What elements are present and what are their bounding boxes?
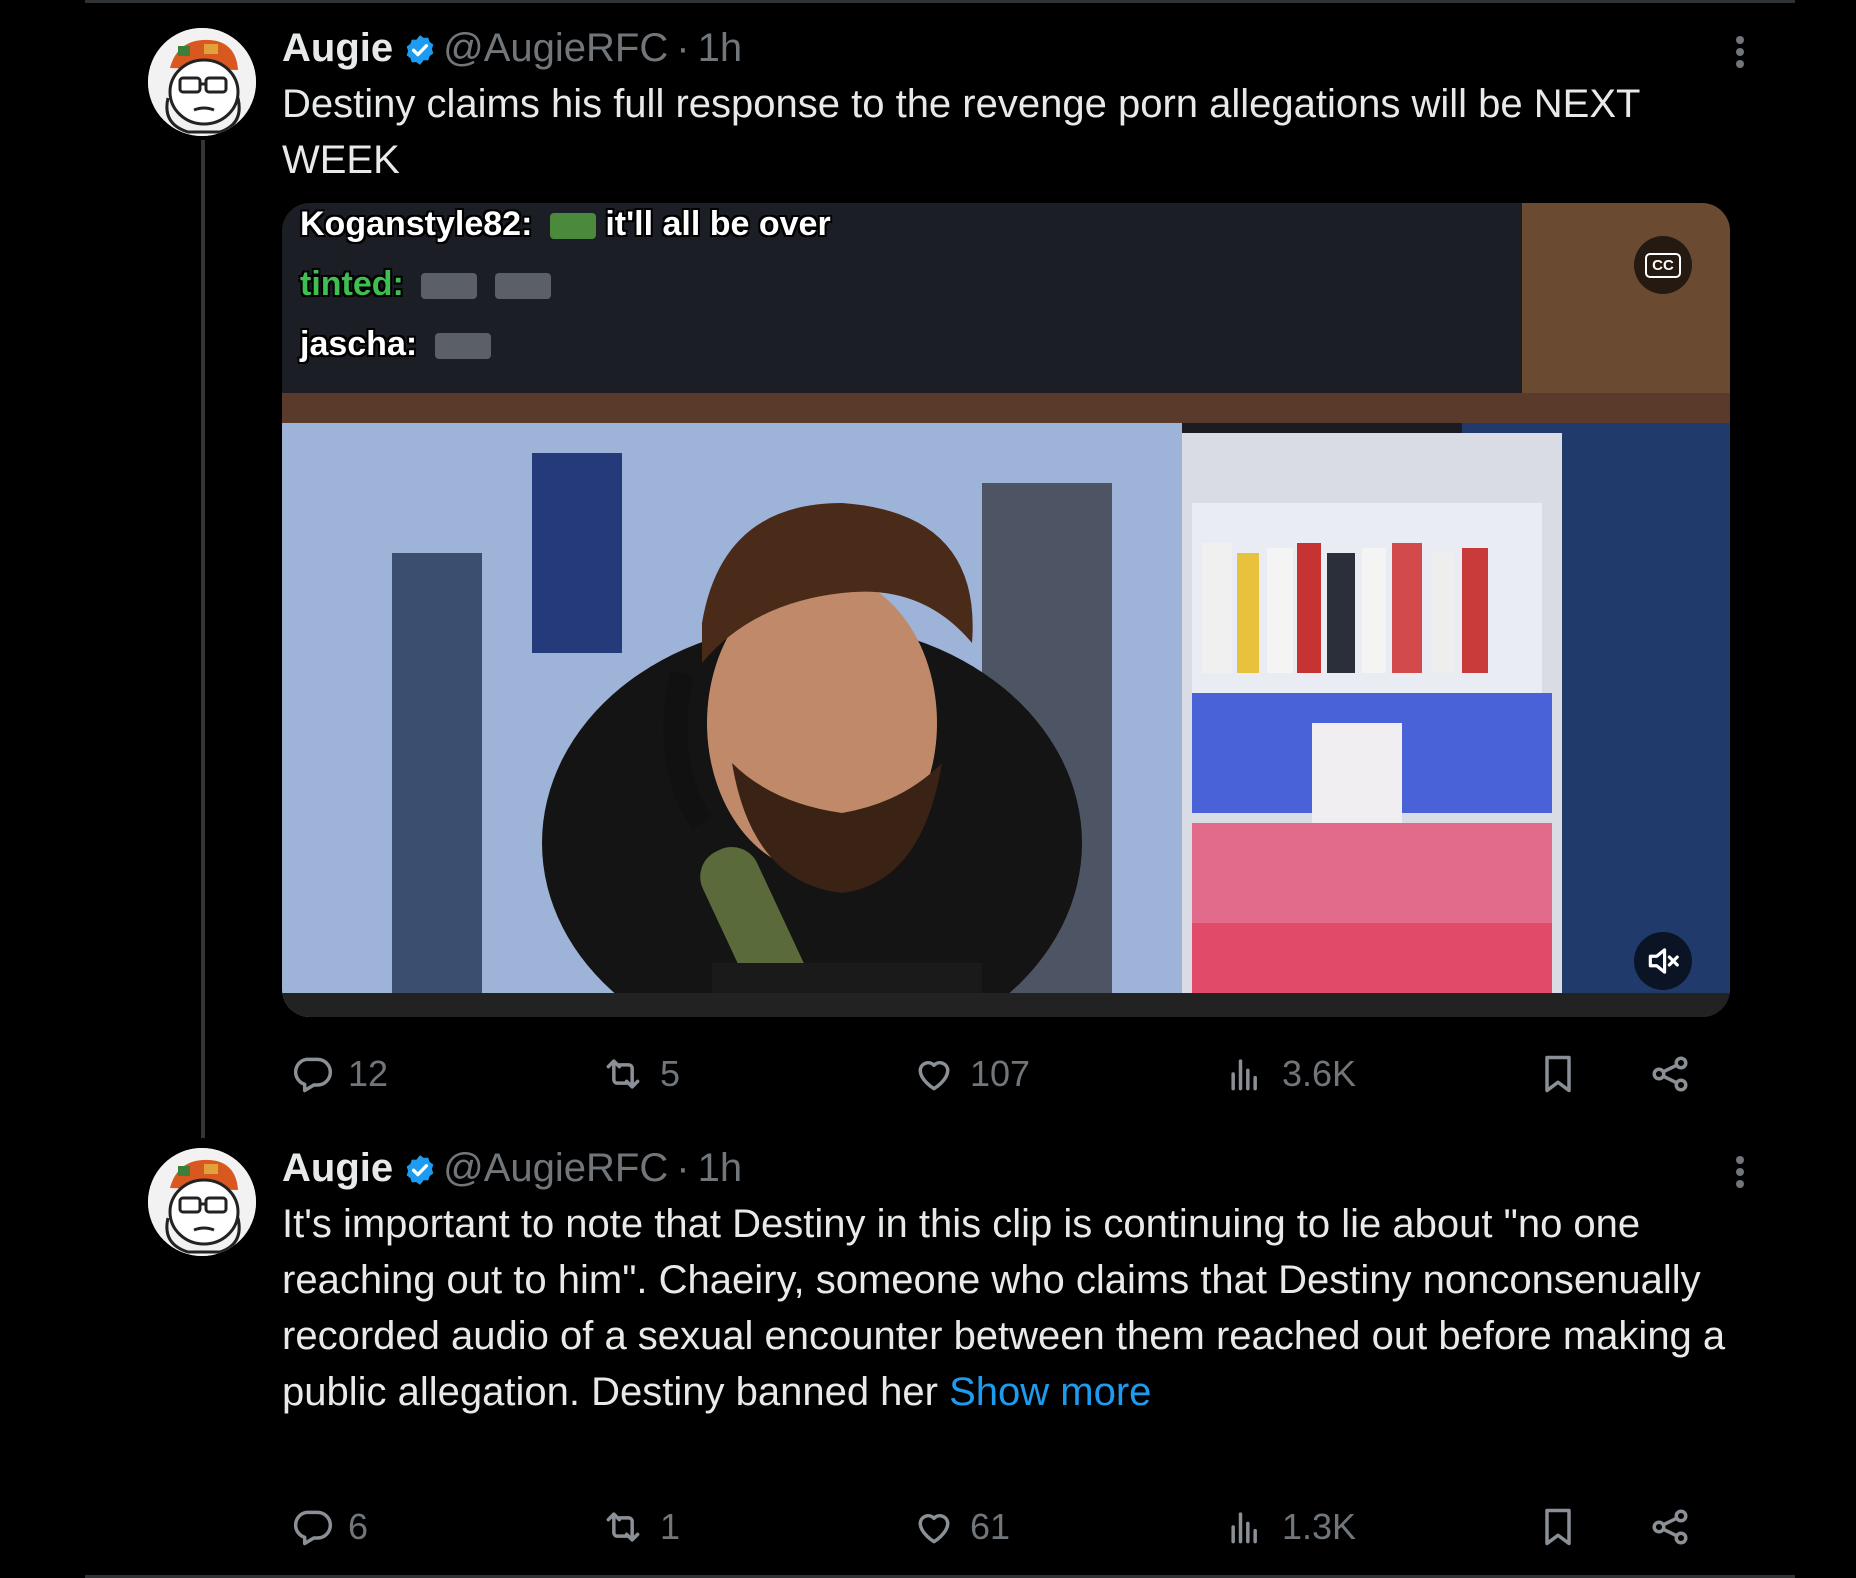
share-button[interactable] xyxy=(1648,1044,1706,1104)
tweet-text: Destiny claims his full response to the … xyxy=(282,82,1640,182)
repost-button[interactable]: 5 xyxy=(600,1044,680,1104)
tweet-header: Augie @AugieRFC · 1h xyxy=(282,1144,742,1198)
tweet-actions: 12 5 107 3.6K xyxy=(282,1044,1702,1104)
views-icon xyxy=(1231,1059,1257,1091)
like-icon xyxy=(918,1061,950,1091)
timestamp[interactable]: 1h xyxy=(698,1146,743,1190)
like-button[interactable]: 61 xyxy=(912,1497,1010,1557)
author-name[interactable]: Augie xyxy=(282,1146,393,1190)
bookmark-icon xyxy=(1545,1508,1571,1546)
show-more-link[interactable]: Show more xyxy=(949,1370,1151,1414)
reply-count: 6 xyxy=(348,1506,369,1547)
timestamp[interactable]: 1h xyxy=(698,26,743,70)
author-name[interactable]: Augie xyxy=(282,26,393,70)
chat-message: it'll all be over xyxy=(605,205,831,243)
share-button[interactable] xyxy=(1648,1497,1706,1557)
more-options-icon[interactable] xyxy=(1725,1152,1755,1192)
reply-button[interactable]: 12 xyxy=(290,1044,388,1104)
emote-icon xyxy=(494,273,551,299)
chat-line-2: tinted: xyxy=(300,265,551,304)
views-icon xyxy=(1231,1512,1257,1544)
mute-icon xyxy=(1648,948,1679,974)
chat-line-3: jascha: xyxy=(300,325,491,364)
more-options-icon[interactable] xyxy=(1725,32,1755,72)
chat-username: jascha: xyxy=(300,325,418,363)
captions-button[interactable]: CC xyxy=(1634,236,1692,294)
verified-badge-icon xyxy=(403,1150,437,1198)
views-button[interactable]: 3.6K xyxy=(1224,1044,1356,1104)
mute-button[interactable] xyxy=(1634,932,1692,990)
views-count: 1.3K xyxy=(1282,1506,1357,1547)
separator-dot: · xyxy=(676,26,690,70)
avatar[interactable] xyxy=(148,28,256,136)
captions-icon: CC xyxy=(1645,252,1681,278)
emote-icon xyxy=(421,273,478,299)
tweet-header: Augie @AugieRFC · 1h xyxy=(282,24,742,78)
separator-dot: · xyxy=(676,1146,690,1190)
tweet-text-container: It's important to note that Destiny in t… xyxy=(282,1196,1742,1420)
repost-count: 5 xyxy=(660,1053,681,1094)
bookmark-button[interactable] xyxy=(1536,1044,1594,1104)
chat-line-1: Koganstyle82: it'll all be over xyxy=(300,205,831,244)
repost-count: 1 xyxy=(660,1506,681,1547)
chat-username: Koganstyle82: xyxy=(300,205,533,243)
author-handle[interactable]: @AugieRFC xyxy=(443,1146,668,1190)
views-button[interactable]: 1.3K xyxy=(1224,1497,1356,1557)
like-icon xyxy=(918,1514,950,1544)
repost-button[interactable]: 1 xyxy=(600,1497,680,1557)
reply-icon xyxy=(293,1510,333,1546)
repost-icon xyxy=(606,1512,640,1542)
emote-icon xyxy=(549,213,596,239)
chat-username: tinted: xyxy=(300,265,404,303)
tweet-actions: 6 1 61 1.3K xyxy=(282,1497,1702,1557)
reply-icon xyxy=(293,1057,333,1093)
reply-count: 12 xyxy=(348,1053,389,1094)
bookmark-button[interactable] xyxy=(1536,1497,1594,1557)
video-player[interactable]: Koganstyle82: it'll all be over tinted: … xyxy=(282,203,1730,1017)
avatar[interactable] xyxy=(148,1148,256,1256)
emote-icon xyxy=(434,333,491,359)
author-handle[interactable]: @AugieRFC xyxy=(443,26,668,70)
video-frame xyxy=(282,203,1730,1017)
like-count: 61 xyxy=(970,1506,1011,1547)
share-icon xyxy=(1652,1509,1688,1545)
repost-icon xyxy=(606,1059,640,1089)
views-count: 3.6K xyxy=(1282,1053,1357,1094)
thread-connector-line xyxy=(201,140,205,1138)
bookmark-icon xyxy=(1545,1055,1571,1093)
like-button[interactable]: 107 xyxy=(912,1044,1030,1104)
share-icon xyxy=(1652,1056,1688,1092)
verified-badge-icon xyxy=(403,30,437,78)
reply-button[interactable]: 6 xyxy=(290,1497,368,1557)
top-divider xyxy=(85,0,1795,3)
like-count: 107 xyxy=(970,1053,1031,1094)
